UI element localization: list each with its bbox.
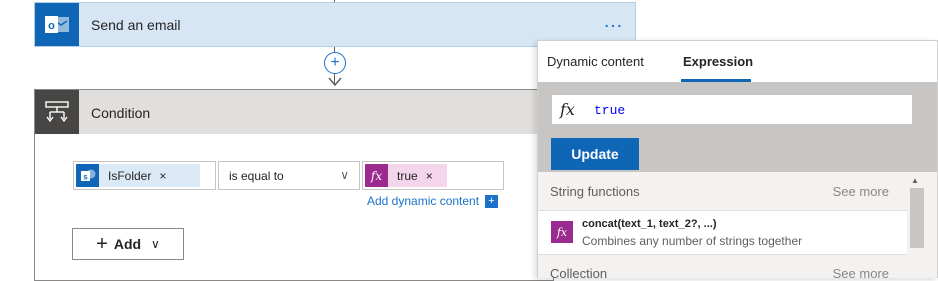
tab-dynamic-content[interactable]: Dynamic content (547, 54, 644, 69)
function-list: String functions See more fx concat(text… (538, 172, 907, 281)
function-name: concat(text_1, text_2?, ...) (582, 218, 717, 230)
fx-icon: fx (365, 164, 388, 187)
insert-step-button[interactable]: + (324, 52, 346, 74)
true-token: fx true × (365, 164, 447, 187)
expression-input[interactable]: fx true (551, 94, 913, 125)
svg-text:s: s (83, 172, 88, 181)
sharepoint-icon: s (76, 164, 99, 187)
fx-icon: fx (560, 100, 575, 119)
function-description: Combines any number of strings together (582, 234, 803, 248)
more-options-button[interactable]: … (603, 11, 625, 31)
update-button[interactable]: Update (551, 138, 639, 170)
token-label: true (397, 168, 418, 183)
add-dynamic-content-link[interactable]: Add dynamic content (367, 194, 479, 208)
tab-expression[interactable]: Expression (683, 54, 753, 69)
operator-select[interactable]: is equal to ∨ (218, 161, 360, 190)
outlook-icon: o (35, 3, 79, 46)
isfolder-token: s IsFolder × (76, 164, 200, 187)
condition-icon (35, 90, 79, 134)
section-title-string-functions: String functions (550, 184, 640, 199)
add-button-label: Add (113, 236, 142, 252)
condition-right-value-field[interactable]: fx true × (362, 161, 504, 190)
scrollbar[interactable]: ▲ (907, 172, 937, 278)
scrollbar-thumb[interactable] (910, 188, 924, 248)
add-button[interactable]: + Add ∨ (72, 228, 184, 260)
chevron-down-icon: ∨ (151, 237, 160, 251)
expression-value: true (594, 103, 626, 118)
fx-icon: fx (551, 221, 573, 243)
email-card-title: Send an email (91, 17, 181, 33)
add-dynamic-content-icon[interactable]: + (485, 195, 498, 208)
token-label: IsFolder (108, 168, 152, 183)
chevron-down-icon: ∨ (340, 168, 349, 182)
remove-token-icon[interactable]: × (426, 169, 433, 183)
see-more-collection[interactable]: See more (833, 266, 889, 281)
section-title-collection: Collection (550, 266, 608, 281)
condition-left-value-field[interactable]: s IsFolder × (73, 161, 216, 190)
scroll-up-icon[interactable]: ▲ (911, 176, 919, 185)
remove-token-icon[interactable]: × (159, 169, 166, 183)
function-item-concat[interactable]: fx concat(text_1, text_2?, ...) Combines… (538, 210, 907, 255)
svg-text:o: o (48, 20, 55, 32)
dynamic-content-panel: Dynamic content Expression fx true Updat… (537, 40, 938, 281)
plus-icon: + (96, 232, 108, 255)
arrow-down-icon (328, 77, 342, 87)
condition-card: Condition s IsFolder × is equal to ∨ fx … (34, 89, 555, 281)
see-more-string-functions[interactable]: See more (833, 184, 889, 199)
panel-tabs: Dynamic content Expression (538, 41, 937, 82)
condition-header[interactable]: Condition (35, 90, 555, 134)
operator-value: is equal to (229, 169, 284, 183)
condition-title: Condition (91, 105, 151, 121)
